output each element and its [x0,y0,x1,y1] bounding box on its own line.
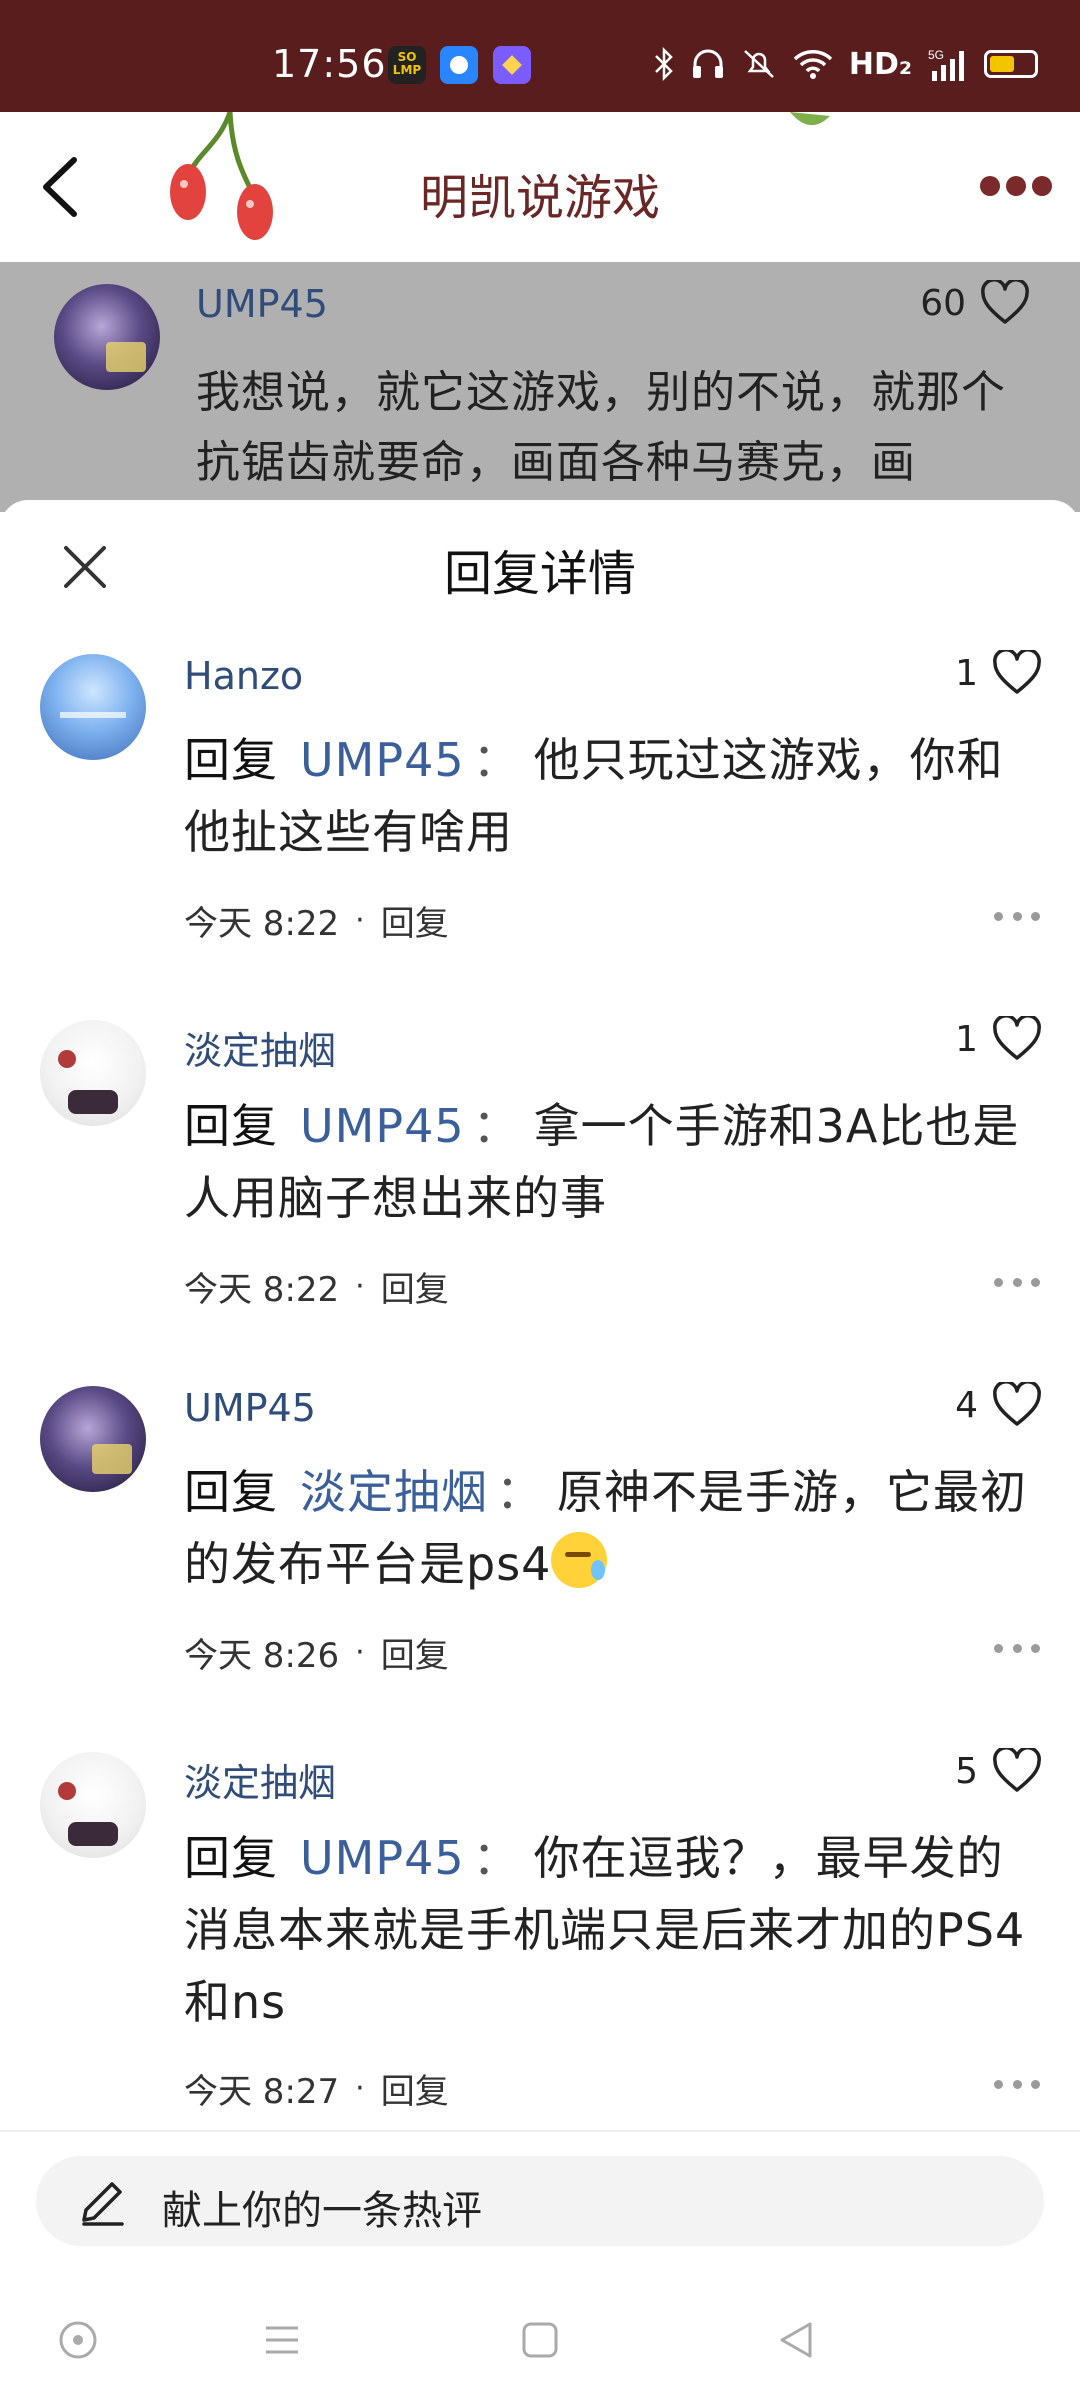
reply-author[interactable]: 淡定抽烟 [184,1752,336,1807]
meta-dot: · [355,903,365,938]
meta-dot: · [355,1635,365,1670]
mute-icon [743,50,774,78]
reply-author[interactable]: UMP45 [184,1386,316,1430]
reply-button[interactable]: 回复 [381,2064,449,2113]
like-button[interactable]: 1 [955,1016,1042,1062]
like-count: 60 [920,282,966,324]
reply-text: 回复 UMP45：他只玩过这游戏，你和他扯这些有啥用 [184,724,1044,868]
bluetooth-icon [654,47,673,81]
heart-icon [993,1382,1041,1426]
like-count: 1 [955,1018,978,1060]
so-lmp-app-icon: SO LMP [388,46,426,84]
comment-input[interactable]: 献上你的一条热评 [36,2156,1044,2246]
reply-target-link[interactable]: UMP45 [300,1831,465,1885]
avatar [54,284,160,390]
reply-item: UMP45 4 回复 淡定抽烟：原神不是手游，它最初的发布平台是ps4 今天 8:… [0,1382,1080,1716]
like-count: 1 [955,652,978,694]
reply-options-icon[interactable] [994,2080,1040,2090]
reply-item: Hanzo 1 回复 UMP45：他只玩过这游戏，你和他扯这些有啥用 今天 8:2… [0,650,1080,984]
reply-author[interactable]: Hanzo [184,654,303,698]
like-button[interactable]: 5 [955,1748,1042,1794]
reply-separator: ： [472,733,520,787]
reply-options-icon[interactable] [994,1644,1040,1654]
reply-separator: ： [496,1465,543,1519]
reply-separator: ： [472,1099,520,1153]
avatar[interactable] [40,1386,146,1492]
parent-like-control: 60 [920,280,1030,326]
meta-dot: · [355,2071,365,2106]
reply-text: 回复 UMP45：你在逗我？，最早发的消息本来就是手机端只是后来才加的PS4和ns [184,1822,1044,2038]
like-button[interactable]: 4 [955,1382,1042,1428]
reply-separator: ： [472,1831,520,1885]
status-indicators: HD₂ 5G [653,42,1038,86]
avatar[interactable] [40,1020,146,1126]
meta-dot: · [355,1269,365,1304]
reply-details-sheet: 回复详情 Hanzo 1 回复 UMP45：他只玩过这游戏，你和他扯这些有啥用 今… [0,500,1080,2400]
reply-options-icon[interactable] [994,1278,1040,1288]
hd-indicator: HD₂ [848,46,912,82]
reply-item: 淡定抽烟 1 回复 UMP45：拿一个手游和3A比也是人用脑子想出来的事 今天 8… [0,1016,1080,1350]
like-count: 4 [955,1384,978,1426]
sweat-emoji-icon [551,1532,608,1588]
reply-button[interactable]: 回复 [381,1628,449,1677]
more-options-icon[interactable] [980,176,1052,198]
svg-text:5G: 5G [928,48,944,62]
headphones-icon [692,49,723,78]
avatar[interactable] [40,1752,146,1858]
reply-item: 淡定抽烟 5 回复 UMP45：你在逗我？，最早发的消息本来就是手机端只是后来才加… [0,1748,1080,2152]
reply-target-link[interactable]: UMP45 [300,733,465,787]
like-button[interactable]: 1 [955,650,1042,696]
reply-button[interactable]: 回复 [381,896,449,945]
reply-prefix: 回复 [184,733,278,787]
reply-time: 今天 8:22 [184,904,340,944]
game-app-icon [493,46,531,84]
app-header: 明凯说游戏 [0,112,1080,262]
reply-target-link[interactable]: 淡定抽烟 [300,1465,488,1519]
heart-icon [993,1748,1041,1792]
reply-options-icon[interactable] [994,912,1040,922]
parent-comment: UMP45 60 我想说，就它这游戏，别的不说，就那个抗锯齿就要命，画面各种马赛… [0,262,1080,512]
reply-prefix: 回复 [184,1465,278,1519]
heart-icon [993,1016,1041,1060]
pen-icon [82,2182,124,2226]
comment-input-placeholder: 献上你的一条热评 [162,2188,482,2234]
status-time: 17:56 [272,42,387,86]
sheet-title: 回复详情 [443,546,636,602]
assistant-nav-icon[interactable] [56,2318,100,2362]
reply-time: 今天 8:27 [184,2072,340,2112]
system-nav-bar [0,2290,1080,2400]
reply-target-link[interactable]: UMP45 [300,1099,465,1153]
menu-nav-icon[interactable] [260,2318,304,2362]
back-nav-icon[interactable] [774,2318,818,2362]
reply-meta: 今天 8:22 · 回复 [184,1262,449,1311]
reply-meta: 今天 8:22 · 回复 [184,896,449,945]
heart-icon [981,280,1029,324]
browser-app-icon [440,46,478,84]
signal-icon: 5G [928,48,964,81]
home-nav-icon[interactable] [518,2318,562,2362]
wifi-icon [793,50,833,79]
heart-icon [993,650,1041,694]
reply-prefix: 回复 [184,1831,278,1885]
reply-text: 回复 UMP45：拿一个手游和3A比也是人用脑子想出来的事 [184,1090,1044,1234]
status-bar: 17:56 SO LMP HD₂ 5G [0,0,1080,112]
reply-button[interactable]: 回复 [381,1262,449,1311]
reply-time: 今天 8:26 [184,1636,340,1676]
reply-meta: 今天 8:27 · 回复 [184,2064,449,2113]
parent-comment-text: 我想说，就它这游戏，别的不说，就那个抗锯齿就要命，画面各种马赛克，画 [196,367,1006,488]
parent-author: UMP45 [196,282,328,326]
divider [0,2130,1080,2132]
reply-text: 回复 淡定抽烟：原神不是手游，它最初的发布平台是ps4 [184,1456,1044,1600]
reply-time: 今天 8:22 [184,1270,340,1310]
reply-author[interactable]: 淡定抽烟 [184,1020,336,1075]
avatar[interactable] [40,654,146,760]
leaf-decoration-icon [790,112,830,126]
like-count: 5 [955,1750,978,1792]
page-title: 明凯说游戏 [419,170,660,226]
reply-meta: 今天 8:26 · 回复 [184,1628,449,1677]
reply-prefix: 回复 [184,1099,278,1153]
battery-icon [984,50,1038,78]
